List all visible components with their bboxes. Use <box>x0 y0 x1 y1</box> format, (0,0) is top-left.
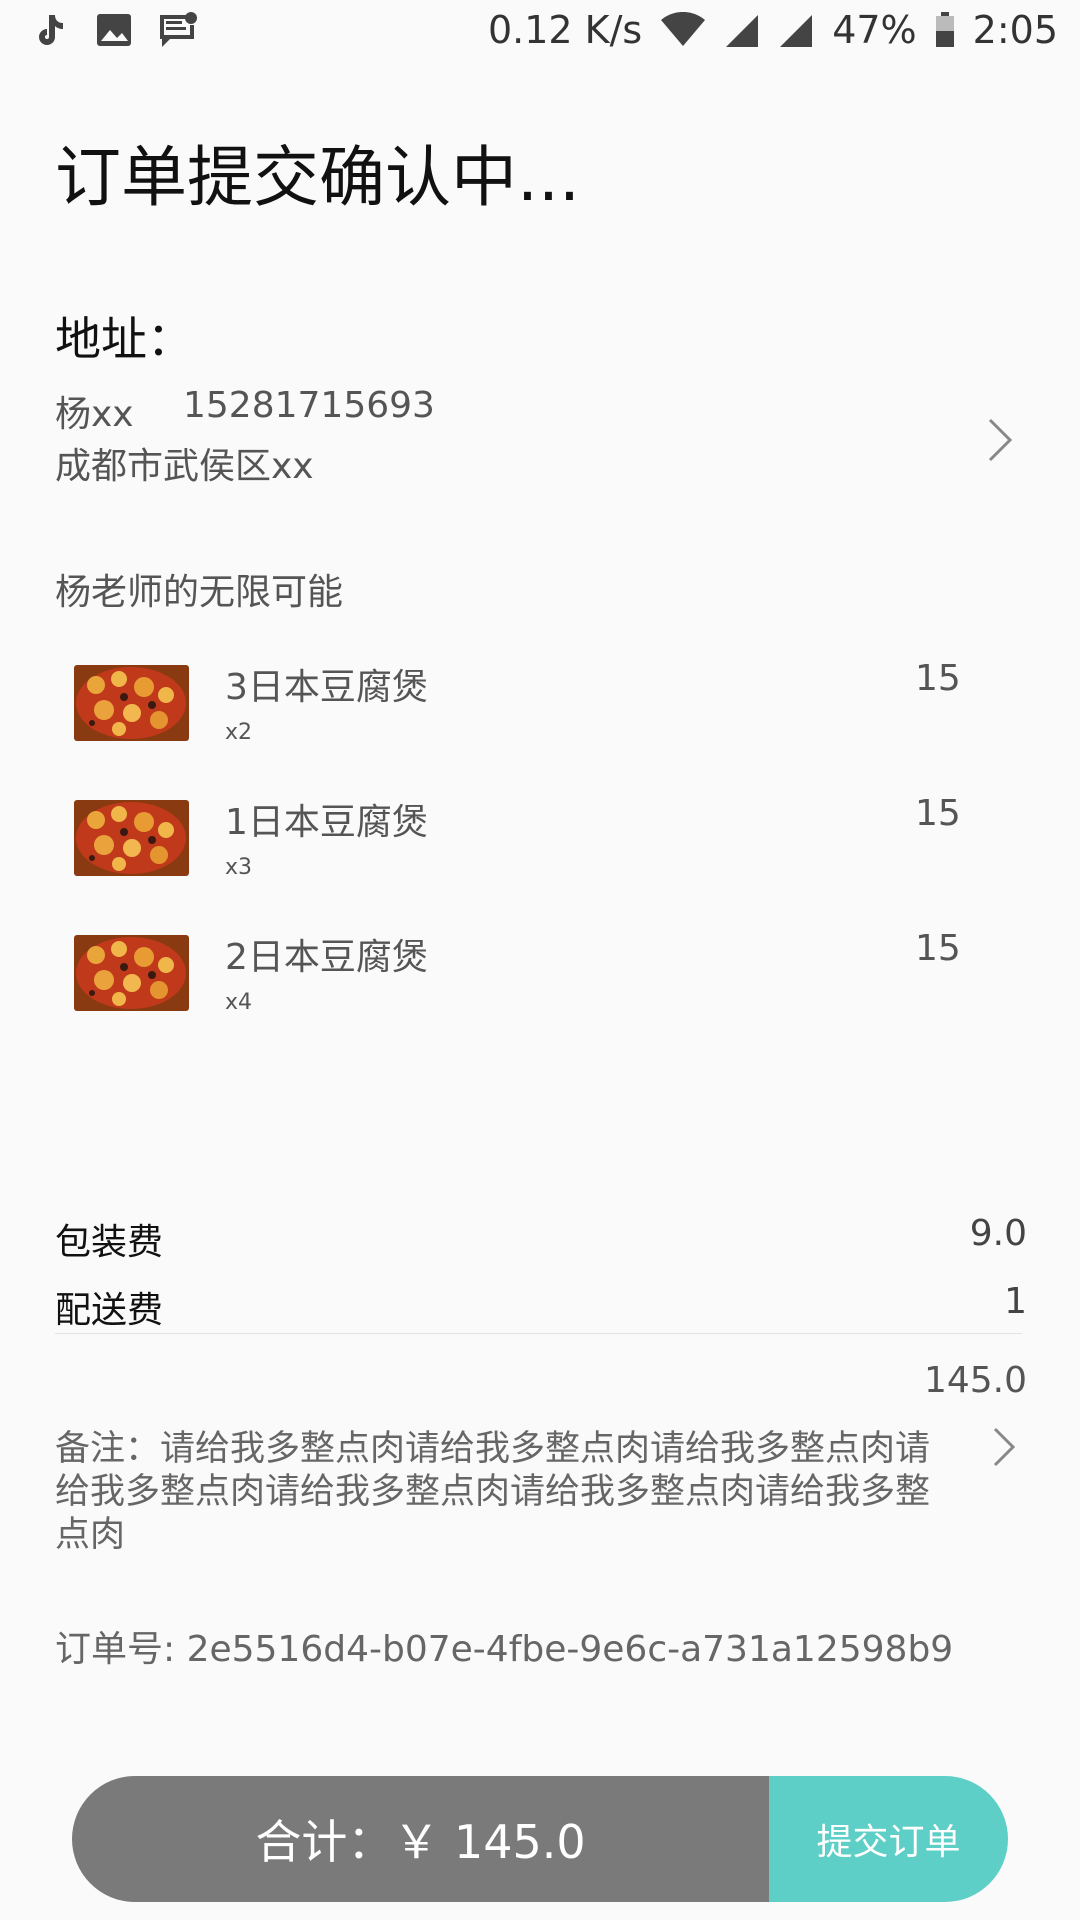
total-amount: 合计：￥ 145.0 <box>72 1776 769 1902</box>
wifi-icon <box>660 12 706 48</box>
submit-order-button[interactable]: 提交订单 <box>769 1776 1008 1902</box>
item-price: 15 <box>915 793 961 834</box>
packing-fee-label: 包装费 <box>55 1222 164 1263</box>
delivery-fee-label: 配送费 <box>55 1290 164 1331</box>
item-name: 3日本豆腐煲 <box>225 667 428 708</box>
item-price: 15 <box>915 928 961 969</box>
order-number: 订单号: 2e5516d4-b07e-4fbe-9e6c-a731a12598b… <box>55 1629 954 1670</box>
packing-fee-value: 9.0 <box>969 1213 1027 1254</box>
clock: 2:05 <box>972 8 1058 52</box>
food-image <box>74 665 189 741</box>
signal-icon <box>724 13 760 47</box>
address-label: 地址： <box>55 312 193 366</box>
item-quantity: x2 <box>225 720 253 745</box>
packing-fee-row: 包装费 9.0 <box>55 1213 1027 1265</box>
message-icon <box>158 10 198 50</box>
image-icon <box>94 10 134 50</box>
battery-percent: 47% <box>832 8 917 52</box>
order-item: 3日本豆腐煲 x2 15 <box>0 650 1080 770</box>
order-item: 1日本豆腐煲 x3 15 <box>0 785 1080 905</box>
status-indicators: 0.12 K/s 47% 2:05 <box>488 8 1058 52</box>
food-image <box>74 935 189 1011</box>
recipient-name[interactable]: 杨xx <box>55 385 134 437</box>
item-price: 15 <box>915 658 961 699</box>
item-name: 2日本豆腐煲 <box>225 937 428 978</box>
net-speed: 0.12 K/s <box>487 8 643 52</box>
order-note[interactable]: 备注：请给我多整点肉请给我多整点肉请给我多整点肉请给我多整点肉请给我多整点肉请给… <box>55 1428 955 1557</box>
chevron-right-icon[interactable] <box>990 1425 1020 1469</box>
food-image <box>74 800 189 876</box>
item-quantity: x4 <box>225 990 253 1015</box>
item-quantity: x3 <box>225 855 253 880</box>
order-item: 2日本豆腐煲 x4 15 <box>0 920 1080 1040</box>
item-name: 1日本豆腐煲 <box>225 802 428 843</box>
chevron-right-icon[interactable] <box>985 415 1015 465</box>
checkout-bar: 合计：￥ 145.0 提交订单 <box>72 1776 1008 1902</box>
shop-name: 杨老师的无限可能 <box>55 572 344 613</box>
recipient-phone[interactable]: 15281715693 <box>183 385 435 426</box>
status-bar: 0.12 K/s 47% 2:05 <box>0 0 1080 64</box>
notification-icons <box>30 10 198 50</box>
battery-icon <box>935 12 955 48</box>
address-line[interactable]: 成都市武侯区xx <box>55 437 314 489</box>
subtotal-value: 145.0 <box>923 1360 1027 1401</box>
tiktok-icon <box>30 10 70 50</box>
delivery-fee-value: 1 <box>1004 1281 1027 1322</box>
delivery-fee-row: 配送费 1 <box>55 1281 1027 1333</box>
page-title: 订单提交确认中... <box>55 139 580 216</box>
signal-icon-2 <box>778 13 814 47</box>
divider <box>55 1333 1022 1334</box>
